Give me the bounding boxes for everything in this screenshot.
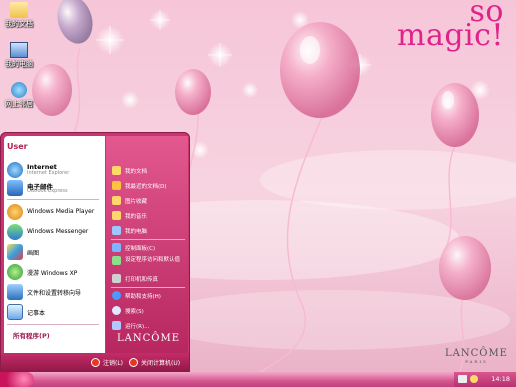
right-item-label: 我的文档 bbox=[125, 169, 148, 175]
right-item-label: 图片收藏 bbox=[125, 199, 148, 205]
printers-icon bbox=[112, 274, 121, 283]
desktop-icon-label: 我的电脑 bbox=[5, 60, 33, 68]
recent-title: 漫游 Windows XP bbox=[27, 270, 78, 277]
right-item-label: 我最近的文档(D) bbox=[125, 184, 167, 190]
notepad-icon bbox=[7, 304, 23, 320]
brand-logo-sub: PARIS bbox=[465, 359, 488, 364]
paint-icon bbox=[7, 244, 23, 260]
desktop-icon-label: 我的文档 bbox=[5, 20, 33, 28]
recent-messenger[interactable]: Windows Messenger bbox=[5, 223, 101, 241]
right-printers[interactable]: 打印机和传真 bbox=[110, 273, 188, 285]
brand-slogan-line2: magic! bbox=[397, 18, 504, 53]
right-search[interactable]: 搜索(S) bbox=[110, 305, 188, 317]
right-item-label: 帮助和支持(H) bbox=[125, 294, 161, 300]
recent-xp-tour[interactable]: 漫游 Windows XP bbox=[5, 263, 101, 281]
outlook-express-icon bbox=[7, 180, 23, 196]
pinned-email[interactable]: 电子邮件 Outlook Express bbox=[5, 179, 101, 197]
tray-network-icon[interactable] bbox=[458, 375, 467, 383]
menu-separator bbox=[7, 324, 99, 325]
recent-notepad[interactable]: 记事本 bbox=[5, 303, 101, 321]
program-defaults-icon bbox=[112, 256, 121, 265]
recent-paint[interactable]: 画图 bbox=[5, 243, 101, 261]
menu-separator bbox=[111, 287, 185, 288]
control-panel-icon bbox=[112, 243, 121, 252]
desktop-icon-label: 网上邻居 bbox=[5, 100, 33, 108]
system-tray: 14:18 bbox=[454, 372, 516, 387]
recent-title: 文件和设置转移向导 bbox=[27, 290, 82, 297]
recent-title: 记事本 bbox=[27, 310, 46, 317]
right-my-music[interactable]: 我的音乐 bbox=[110, 210, 188, 222]
recent-media-player[interactable]: Windows Media Player bbox=[5, 203, 101, 221]
start-button[interactable] bbox=[0, 372, 34, 387]
right-item-label: 设定程序访问和默认值 bbox=[125, 257, 181, 263]
right-item-label: 打印机和传真 bbox=[125, 277, 159, 283]
shutdown-label: 关闭计算机(U) bbox=[141, 360, 181, 367]
run-icon bbox=[112, 321, 121, 330]
brand-slogan: so magic! bbox=[397, 0, 504, 53]
right-control-panel[interactable]: 控制面板(C) bbox=[110, 242, 188, 254]
logoff-icon bbox=[91, 358, 100, 367]
recent-documents-icon bbox=[112, 181, 121, 190]
pinned-internet[interactable]: Internet Internet Explorer bbox=[5, 161, 101, 179]
start-menu-user-name: User bbox=[7, 142, 28, 151]
recent-title: 画图 bbox=[27, 250, 40, 257]
my-pictures-icon bbox=[112, 196, 121, 205]
brand-logo: LANCÔME PARIS bbox=[445, 348, 508, 364]
my-music-icon bbox=[112, 211, 121, 220]
transfer-wizard-icon bbox=[7, 284, 23, 300]
logoff-label: 注销(L) bbox=[103, 360, 124, 367]
my-computer-icon bbox=[112, 226, 121, 235]
shutdown-icon bbox=[129, 358, 138, 367]
tray-volume-icon[interactable] bbox=[470, 375, 478, 383]
help-icon bbox=[112, 291, 121, 300]
recent-transfer-wizard[interactable]: 文件和设置转移向导 bbox=[5, 283, 101, 301]
network-places-icon bbox=[11, 82, 27, 98]
right-item-label: 我的电脑 bbox=[125, 229, 148, 235]
desktop-icon-my-documents[interactable]: 我的文档 bbox=[0, 2, 38, 29]
right-item-label: 搜索(S) bbox=[125, 309, 144, 315]
desktop-icon-network-places[interactable]: 网上邻居 bbox=[0, 82, 38, 109]
right-item-label: 控制面板(C) bbox=[125, 246, 156, 252]
all-programs-button[interactable]: 所有程序(P) bbox=[13, 330, 50, 340]
recent-title: Windows Media Player bbox=[27, 208, 95, 215]
menu-separator bbox=[111, 239, 185, 240]
my-documents-icon bbox=[10, 2, 28, 18]
right-my-documents[interactable]: 我的文档 bbox=[110, 165, 188, 177]
xp-tour-icon bbox=[7, 264, 23, 280]
internet-explorer-icon bbox=[7, 162, 23, 178]
my-computer-icon bbox=[10, 42, 28, 58]
taskbar: 14:18 bbox=[0, 372, 516, 387]
messenger-icon bbox=[7, 224, 23, 240]
search-icon bbox=[112, 306, 121, 315]
right-run[interactable]: 运行(R)... bbox=[110, 320, 188, 332]
menu-separator bbox=[7, 199, 99, 200]
media-player-icon bbox=[7, 204, 23, 220]
start-menu-brand: LANCÔME bbox=[117, 333, 181, 344]
right-my-computer[interactable]: 我的电脑 bbox=[110, 225, 188, 237]
right-item-label: 运行(R)... bbox=[125, 324, 150, 330]
desktop-icon-my-computer[interactable]: 我的电脑 bbox=[0, 42, 38, 69]
pinned-subtitle: Internet Explorer bbox=[27, 170, 70, 176]
clock[interactable]: 14:18 bbox=[491, 375, 510, 383]
right-recent-documents[interactable]: 我最近的文档(D) bbox=[110, 180, 188, 192]
pinned-subtitle: Outlook Express bbox=[27, 188, 68, 194]
right-help[interactable]: 帮助和支持(H) bbox=[110, 290, 188, 302]
recent-title: Windows Messenger bbox=[27, 228, 89, 235]
right-item-label: 我的音乐 bbox=[125, 214, 148, 220]
right-program-defaults[interactable]: 设定程序访问和默认值 bbox=[110, 255, 188, 271]
my-documents-icon bbox=[112, 166, 121, 175]
start-menu-footer: 注销(L) 关闭计算机(U) bbox=[1, 353, 189, 372]
right-my-pictures[interactable]: 图片收藏 bbox=[110, 195, 188, 207]
start-menu: User Internet Internet Explorer 电子邮件 Out… bbox=[0, 132, 190, 372]
brand-logo-text: LANCÔME bbox=[444, 348, 508, 359]
